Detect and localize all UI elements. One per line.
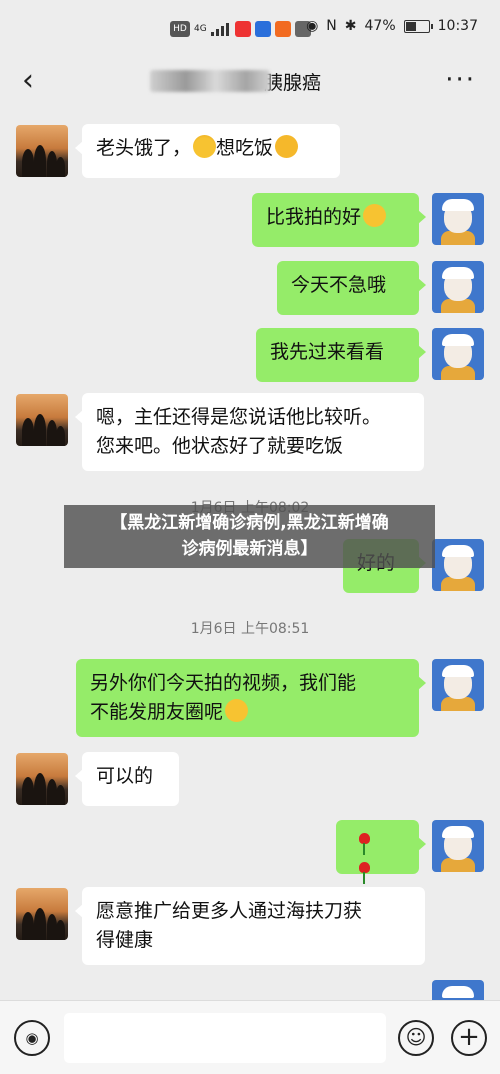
battery-percent: 47% bbox=[364, 18, 396, 34]
message-bubble[interactable]: 老头饿了， 想吃饭 bbox=[75, 124, 340, 178]
message-bubble[interactable]: 另外你们今天拍的视频，我们能 不能发朋友圈呢 bbox=[76, 659, 426, 737]
message-text: 您来吧。他状态好了就要吃饭 bbox=[96, 435, 344, 457]
eye-icon: ◉ bbox=[306, 18, 319, 34]
clock: 10:37 bbox=[437, 18, 478, 34]
laughing-crying-emoji-icon bbox=[193, 135, 217, 158]
status-icons-left: HD 4G bbox=[170, 21, 311, 37]
message-text: 不能发朋友圈呢 bbox=[90, 701, 224, 723]
smile-icon: ☺ bbox=[405, 1025, 427, 1049]
plus-icon: + bbox=[458, 1022, 480, 1052]
my-avatar[interactable] bbox=[432, 193, 484, 245]
signal-icon bbox=[210, 22, 231, 36]
my-avatar[interactable] bbox=[432, 539, 484, 591]
friend-avatar[interactable] bbox=[16, 394, 68, 446]
message-text: 想吃饭 bbox=[216, 137, 274, 159]
app-notification-icon bbox=[254, 21, 271, 37]
my-avatar[interactable] bbox=[432, 659, 484, 711]
message-text: 今天不急哦 bbox=[291, 274, 387, 296]
friend-avatar[interactable] bbox=[16, 753, 68, 805]
hd-icon: HD bbox=[170, 21, 190, 37]
message-bubble[interactable]: 比我拍的好 bbox=[252, 193, 426, 247]
banner-line: 诊病例最新消息】 bbox=[181, 539, 318, 559]
bluetooth-icon: ✱ bbox=[344, 18, 357, 34]
back-button[interactable]: ‹ bbox=[10, 62, 46, 102]
more-actions-button[interactable]: + bbox=[451, 1020, 487, 1056]
voice-input-button[interactable]: ◉ bbox=[14, 1020, 50, 1056]
message-bubble[interactable] bbox=[336, 820, 426, 884]
rose-icon bbox=[358, 833, 370, 855]
my-avatar[interactable] bbox=[432, 328, 484, 380]
more-options-button[interactable]: ··· bbox=[445, 67, 476, 93]
grin-emoji-icon bbox=[225, 699, 249, 722]
message-bubble[interactable]: 愿意推广给更多人通过海扶刀获 得健康 bbox=[75, 887, 425, 965]
message-text: 比我拍的好 bbox=[266, 206, 362, 228]
blurred-name bbox=[150, 70, 270, 92]
message-text: 得健康 bbox=[96, 929, 154, 951]
message-bubble[interactable]: 可以的 bbox=[75, 752, 179, 806]
status-bar: HD 4G ◉ Ν ✱ 47% 10:37 bbox=[0, 0, 500, 58]
message-text: 我先过来看看 bbox=[270, 341, 385, 363]
my-avatar[interactable] bbox=[432, 820, 484, 872]
message-bubble[interactable]: 嗯，主任还得是您说话他比较听。 您来吧。他状态好了就要吃饭 bbox=[75, 393, 424, 471]
banner-line: 【黑龙江新增确诊病例,黑龙江新增确 bbox=[110, 513, 389, 533]
grin-emoji-icon bbox=[363, 204, 387, 227]
status-icons-right: ◉ Ν ✱ 47% 10:37 bbox=[306, 18, 478, 34]
timestamp: 1月6日 上午08:51 bbox=[190, 621, 310, 637]
message-text: 可以的 bbox=[96, 765, 154, 787]
emoji-button[interactable]: ☺ bbox=[398, 1020, 434, 1056]
message-input[interactable] bbox=[64, 1013, 386, 1063]
chat-title-text: 胰腺癌 bbox=[264, 71, 322, 94]
friend-avatar[interactable] bbox=[16, 888, 68, 940]
message-text: 老头饿了， bbox=[96, 137, 192, 159]
voice-icon: ◉ bbox=[25, 1029, 39, 1047]
my-avatar[interactable] bbox=[432, 261, 484, 313]
rose-icon bbox=[358, 862, 370, 884]
chat-header: ‹ 胰腺癌 ··· bbox=[0, 58, 500, 106]
message-text: 另外你们今天拍的视频，我们能 bbox=[90, 672, 357, 694]
thinking-emoji-icon bbox=[275, 135, 299, 158]
my-avatar[interactable] bbox=[432, 980, 484, 1000]
message-text: 嗯，主任还得是您说话他比较听。 bbox=[96, 406, 382, 428]
headline-banner: 【黑龙江新增确诊病例,黑龙江新增确 诊病例最新消息】 bbox=[64, 505, 435, 568]
chat-title: 胰腺癌 bbox=[150, 66, 321, 96]
friend-avatar[interactable] bbox=[16, 125, 68, 177]
nfc-icon: Ν bbox=[326, 18, 337, 34]
message-text: 愿意推广给更多人通过海扶刀获 bbox=[96, 900, 363, 922]
message-bubble[interactable]: 我先过来看看 bbox=[256, 328, 426, 382]
message-bubble[interactable]: 今天不急哦 bbox=[277, 261, 426, 315]
notification-icon bbox=[234, 21, 251, 37]
battery-icon bbox=[403, 19, 433, 33]
input-bar: ◉ ☺ + bbox=[0, 1000, 500, 1074]
app-badge-icon bbox=[274, 21, 291, 37]
network-label: 4G bbox=[194, 24, 207, 34]
